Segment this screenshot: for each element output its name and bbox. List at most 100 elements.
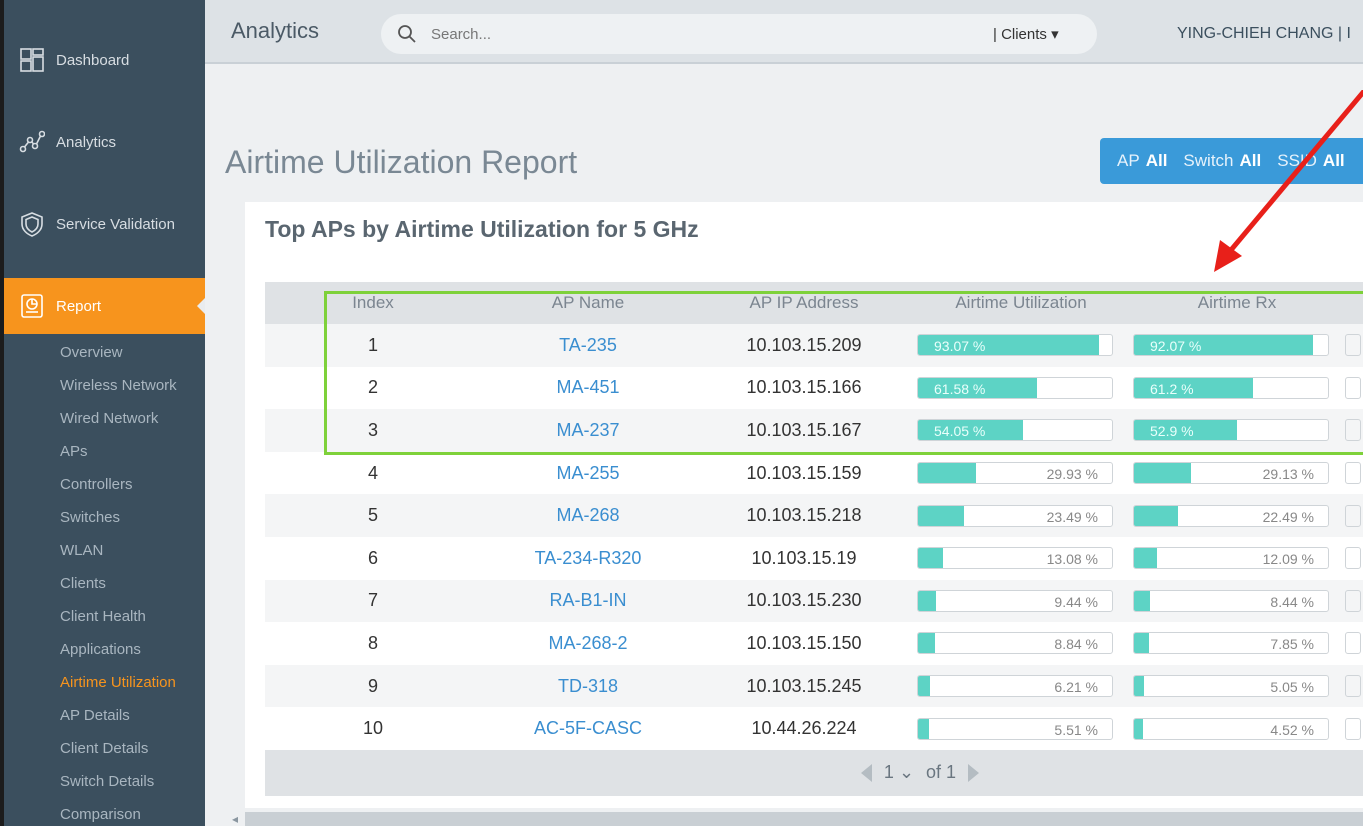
rx-bar: 12.09 % bbox=[1133, 547, 1329, 570]
ap-table: Index AP Name AP IP Address Airtime Util… bbox=[265, 282, 1363, 796]
filter-switch-value: All bbox=[1239, 151, 1262, 170]
cell-index: 2 bbox=[367, 377, 378, 398]
submenu-wired-network[interactable]: Wired Network bbox=[60, 406, 177, 439]
extra-bar-stub bbox=[1345, 547, 1361, 570]
cell-index: 1 bbox=[367, 334, 378, 355]
submenu-aps[interactable]: APs bbox=[60, 439, 177, 472]
cell-ap-ip: 10.103.15.159 bbox=[746, 462, 862, 483]
cell-extra bbox=[1345, 334, 1363, 357]
ap-name-link[interactable]: TA-234-R320 bbox=[481, 548, 695, 569]
ap-name-link[interactable]: MA-237 bbox=[481, 420, 695, 441]
cell-airtime-rx: 5.05 % bbox=[1129, 675, 1345, 698]
nav-dashboard[interactable]: Dashboard bbox=[4, 42, 205, 78]
table-row: 9 TD-318 10.103.15.245 6.21 % 5.05 % bbox=[265, 664, 1363, 708]
rx-bar: 52.9 % bbox=[1133, 419, 1329, 442]
utilization-bar-label: 8.84 % bbox=[1054, 636, 1098, 653]
table-row: 3 MA-237 10.103.15.167 54.05 % 52.9 % bbox=[265, 409, 1363, 452]
utilization-bar-fill bbox=[918, 548, 944, 569]
ap-name-link[interactable]: TA-235 bbox=[481, 335, 695, 356]
submenu-overview[interactable]: Overview bbox=[60, 340, 177, 373]
extra-bar-stub bbox=[1345, 589, 1361, 612]
ap-name-link[interactable]: MA-268 bbox=[481, 505, 695, 526]
rx-bar-label: 92.07 % bbox=[1150, 338, 1202, 355]
prev-page-icon[interactable] bbox=[860, 763, 872, 782]
cell-airtime-rx: 8.44 % bbox=[1129, 589, 1345, 612]
utilization-bar: 29.93 % bbox=[917, 462, 1113, 485]
page-title: Airtime Utilization Report bbox=[225, 144, 578, 180]
ap-name-link[interactable]: MA-451 bbox=[481, 377, 695, 398]
report-icon bbox=[18, 292, 46, 320]
submenu-switch-details[interactable]: Switch Details bbox=[60, 769, 177, 802]
search-input[interactable] bbox=[431, 22, 971, 46]
submenu-wireless-network[interactable]: Wireless Network bbox=[60, 373, 177, 406]
utilization-bar: 61.58 % bbox=[917, 376, 1113, 399]
rx-bar: 22.49 % bbox=[1133, 504, 1329, 527]
submenu-comparison[interactable]: Comparison bbox=[60, 802, 177, 826]
nav-analytics[interactable]: Analytics bbox=[4, 124, 205, 160]
column-header-index[interactable]: Index bbox=[265, 293, 481, 313]
cell-ap-ip: 10.103.15.166 bbox=[746, 377, 862, 398]
shield-icon bbox=[18, 210, 46, 238]
nav-service-validation[interactable]: Service Validation bbox=[4, 206, 205, 242]
rx-bar-fill bbox=[1134, 633, 1150, 654]
rx-bar: 7.85 % bbox=[1133, 632, 1329, 655]
cell-extra bbox=[1345, 589, 1363, 612]
user-name[interactable]: YING-CHIEH CHANG | I bbox=[1177, 25, 1351, 43]
sidebar: Dashboard Analytics Service Validation R… bbox=[4, 0, 206, 826]
rx-bar-label: 22.49 % bbox=[1262, 508, 1314, 525]
extra-bar-stub bbox=[1345, 334, 1361, 357]
submenu-ap-details[interactable]: AP Details bbox=[60, 703, 177, 736]
table-row: 7 RA-B1-IN 10.103.15.230 9.44 % 8.44 % bbox=[265, 579, 1363, 623]
cell-airtime-utilization: 13.08 % bbox=[913, 547, 1129, 570]
submenu-switches[interactable]: Switches bbox=[60, 505, 177, 538]
analytics-icon bbox=[18, 128, 46, 156]
rx-bar-fill bbox=[1134, 463, 1191, 484]
submenu-client-health[interactable]: Client Health bbox=[60, 604, 177, 637]
ap-name-link[interactable]: MA-255 bbox=[481, 463, 695, 484]
cell-ap-ip: 10.103.15.209 bbox=[746, 334, 862, 355]
horizontal-scrollbar[interactable] bbox=[245, 812, 1363, 826]
utilization-bar-label: 13.08 % bbox=[1046, 551, 1098, 568]
ap-name-link[interactable]: RA-B1-IN bbox=[481, 590, 695, 611]
pagination: 1 ⌄ of 1 bbox=[265, 749, 1363, 796]
column-header-ap-ip[interactable]: AP IP Address bbox=[695, 293, 913, 313]
app-title: Analytics bbox=[231, 18, 320, 43]
table-row: 4 MA-255 10.103.15.159 29.93 % 29.13 % bbox=[265, 451, 1363, 495]
page-select[interactable]: 1 ⌄ bbox=[884, 762, 914, 783]
search-scope-dropdown[interactable]: | Clients ▾ bbox=[993, 25, 1059, 43]
next-page-icon[interactable] bbox=[968, 763, 980, 782]
cell-airtime-utilization: 54.05 % bbox=[913, 419, 1129, 442]
scroll-left-icon[interactable]: ◂ bbox=[232, 812, 238, 826]
ap-name-link[interactable]: TD-318 bbox=[481, 676, 695, 697]
table-header: Index AP Name AP IP Address Airtime Util… bbox=[265, 282, 1363, 324]
cell-index: 9 bbox=[367, 675, 378, 696]
card-title: Top APs by Airtime Utilization for 5 GHz bbox=[265, 216, 699, 242]
column-header-airtime-utilization[interactable]: Airtime Utilization bbox=[913, 293, 1129, 313]
submenu-controllers[interactable]: Controllers bbox=[60, 472, 177, 505]
submenu-client-details[interactable]: Client Details bbox=[60, 736, 177, 769]
utilization-bar: 23.49 % bbox=[917, 504, 1113, 527]
submenu-clients[interactable]: Clients bbox=[60, 571, 177, 604]
search-icon bbox=[397, 24, 417, 49]
utilization-bar-label: 61.58 % bbox=[934, 380, 986, 397]
search-box[interactable]: | Clients ▾ bbox=[381, 14, 1097, 54]
filter-summary-button[interactable]: AP All Switch All SSID All bbox=[1100, 138, 1363, 184]
nav-report[interactable]: Report bbox=[4, 278, 206, 334]
submenu-wlan[interactable]: WLAN bbox=[60, 538, 177, 571]
utilization-bar: 9.44 % bbox=[917, 589, 1113, 612]
column-header-ap-name[interactable]: AP Name bbox=[481, 293, 695, 313]
submenu-applications[interactable]: Applications bbox=[60, 637, 177, 670]
cell-index: 5 bbox=[367, 505, 378, 526]
column-header-airtime-rx[interactable]: Airtime Rx bbox=[1129, 293, 1345, 313]
ap-name-link[interactable]: MA-268-2 bbox=[481, 633, 695, 654]
filter-ssid-value: All bbox=[1322, 151, 1345, 170]
utilization-bar: 93.07 % bbox=[917, 334, 1113, 357]
cell-airtime-utilization: 6.21 % bbox=[913, 675, 1129, 698]
cell-index: 7 bbox=[367, 590, 378, 611]
table-row: 2 MA-451 10.103.15.166 61.58 % 61.2 % bbox=[265, 366, 1363, 410]
main-content: Analytics | Clients ▾ YING-CHIEH CHANG |… bbox=[205, 0, 1363, 826]
table-row: 10 AC-5F-CASC 10.44.26.224 5.51 % 4.52 % bbox=[265, 707, 1363, 750]
nav-dashboard-label: Dashboard bbox=[56, 51, 130, 69]
submenu-airtime-utilization[interactable]: Airtime Utilization bbox=[60, 670, 177, 703]
ap-name-link[interactable]: AC-5F-CASC bbox=[481, 718, 695, 739]
